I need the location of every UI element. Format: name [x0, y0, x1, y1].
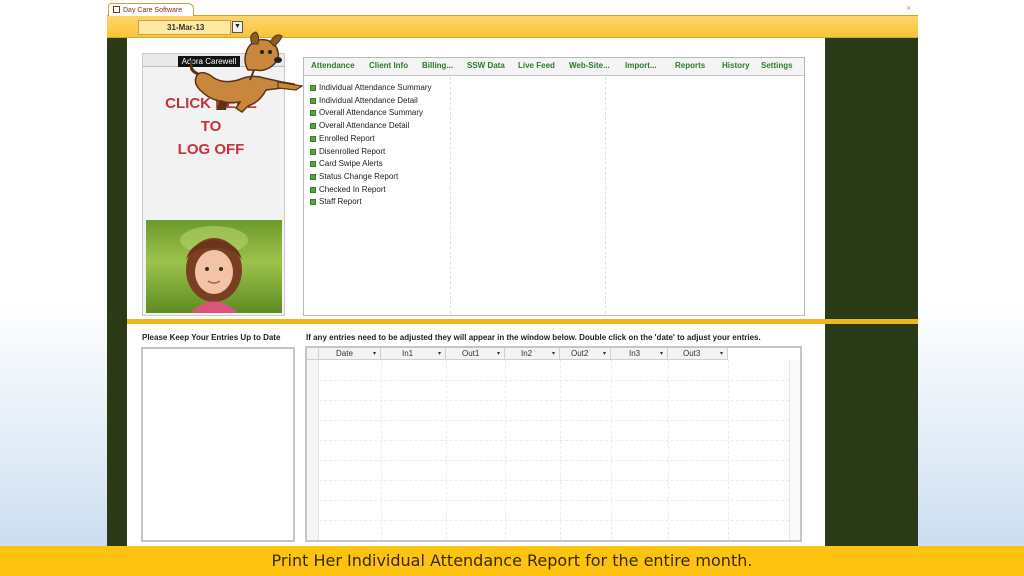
- grid-row-line: [319, 500, 789, 501]
- column-header-in3[interactable]: In3 ▾: [611, 348, 668, 360]
- column-header-label: Date: [336, 349, 353, 358]
- grid-row-line: [319, 420, 789, 421]
- grid-row-line: [319, 480, 789, 481]
- report-item-label: Card Swipe Alerts: [319, 159, 383, 169]
- report-item-label: Staff Report: [319, 197, 362, 207]
- report-item-label: Checked In Report: [319, 184, 386, 194]
- tab-attendance[interactable]: Attendance: [311, 61, 355, 70]
- tab-live-feed[interactable]: Live Feed: [518, 61, 555, 70]
- entries-heading: Please Keep Your Entries Up to Date: [142, 333, 281, 342]
- report-item[interactable]: Overall Attendance Summary: [310, 107, 423, 119]
- report-item-label: Individual Attendance Detail: [319, 95, 418, 105]
- child-photo-icon: [180, 226, 248, 313]
- child-photo: [146, 220, 282, 313]
- grid-row-line: [319, 460, 789, 461]
- sort-dropdown-icon[interactable]: ▾: [373, 348, 376, 360]
- report-item[interactable]: Status Change Report: [310, 171, 398, 183]
- report-bullet-icon: [310, 186, 316, 193]
- record-selector-column[interactable]: [307, 360, 319, 540]
- column-header-out3[interactable]: Out3 ▾: [668, 348, 728, 360]
- report-item[interactable]: Individual Attendance Summary: [310, 82, 432, 94]
- section-divider: [127, 319, 825, 324]
- report-item-label: Individual Attendance Summary: [319, 83, 432, 92]
- report-item[interactable]: Staff Report: [310, 196, 362, 208]
- column-header-label: In1: [402, 349, 414, 358]
- tab-client-info[interactable]: Client Info: [369, 61, 408, 70]
- document-tab[interactable]: Day Care Software: [108, 3, 194, 16]
- form-icon: [113, 6, 120, 13]
- tab-settings[interactable]: Settings: [761, 61, 793, 70]
- column-header-label: Out2: [571, 349, 589, 358]
- grid-column-line: [668, 360, 669, 540]
- sort-dropdown-icon[interactable]: ▾: [720, 348, 723, 360]
- report-item-label: Overall Attendance Detail: [319, 121, 410, 131]
- tab-reports[interactable]: Reports: [675, 61, 705, 70]
- instruction-caption: Print Her Individual Attendance Report f…: [0, 546, 1024, 576]
- sort-dropdown-icon[interactable]: ▾: [552, 348, 555, 360]
- tab-import[interactable]: Import...: [625, 61, 657, 70]
- tab-ssw-data[interactable]: SSW Data: [467, 61, 505, 70]
- sort-dropdown-icon[interactable]: ▾: [603, 348, 606, 360]
- logoff-line: TO: [200, 118, 222, 135]
- report-bullet-icon: [310, 123, 316, 130]
- record-selector-header[interactable]: [307, 348, 319, 360]
- close-icon[interactable]: ×: [906, 3, 911, 13]
- report-bullet-icon: [310, 85, 316, 91]
- section-divider: [825, 319, 918, 324]
- report-bullet-icon: [310, 135, 316, 142]
- grid-row-line: [319, 380, 789, 381]
- column-header-in2[interactable]: In2 ▾: [505, 348, 560, 360]
- document-tab-bar: [107, 2, 918, 16]
- tab-billing[interactable]: Billing...: [422, 61, 453, 70]
- report-bullet-icon: [310, 173, 316, 180]
- report-bullet-icon: [310, 199, 316, 206]
- tab-history[interactable]: History: [722, 61, 750, 70]
- left-margin-panel: [107, 38, 127, 546]
- report-item-label: Overall Attendance Summary: [319, 108, 424, 118]
- report-item-label: Status Change Report: [319, 171, 399, 181]
- grid-column-line: [505, 360, 506, 540]
- column-header-label: In3: [629, 349, 641, 358]
- report-item[interactable]: Individual Attendance Detail: [310, 95, 418, 107]
- adjust-instructions: If any entries need to be adjusted they …: [306, 333, 761, 342]
- dog-mascot-icon: [190, 31, 304, 113]
- grid-row-line: [319, 400, 789, 401]
- logoff-line: LOG OFF: [177, 141, 245, 158]
- tab-web-site[interactable]: Web-Site...: [569, 61, 610, 70]
- report-item[interactable]: Overall Attendance Detail: [310, 120, 409, 132]
- report-bullet-icon: [310, 110, 316, 117]
- grid-column-line: [611, 360, 612, 540]
- report-bullet-icon: [310, 97, 316, 104]
- grid-column-line: [446, 360, 447, 540]
- report-item[interactable]: Disenrolled Report: [310, 146, 385, 158]
- datasheet-scrollbar[interactable]: [789, 360, 800, 540]
- grid-row-line: [319, 440, 789, 441]
- report-item-label: Disenrolled Report: [319, 146, 386, 156]
- report-item[interactable]: Enrolled Report: [310, 133, 375, 145]
- report-item-label: Enrolled Report: [319, 133, 375, 143]
- report-item[interactable]: Checked In Report: [310, 184, 386, 196]
- report-bullet-icon: [310, 161, 316, 168]
- right-side-panel: [825, 38, 918, 546]
- column-header-out2[interactable]: Out2 ▾: [560, 348, 611, 360]
- sort-dropdown-icon[interactable]: ▾: [497, 348, 500, 360]
- column-header-label: Out3: [683, 349, 701, 358]
- column-divider: [605, 77, 606, 314]
- column-header-date[interactable]: Date ▾: [319, 348, 381, 360]
- column-header-in1[interactable]: In1 ▾: [381, 348, 446, 360]
- sort-dropdown-icon[interactable]: ▾: [438, 348, 441, 360]
- grid-row-line: [319, 520, 789, 521]
- grid-column-line: [381, 360, 382, 540]
- document-tab-label: Day Care Software: [123, 7, 183, 14]
- grid-column-line: [728, 360, 729, 540]
- report-bullet-icon: [310, 148, 316, 155]
- sort-dropdown-icon[interactable]: ▾: [660, 348, 663, 360]
- entries-list-box[interactable]: [141, 347, 295, 542]
- report-item[interactable]: Card Swipe Alerts: [310, 158, 383, 170]
- column-header-label: In2: [521, 349, 533, 358]
- column-header-out1[interactable]: Out1 ▾: [446, 348, 505, 360]
- column-divider: [450, 77, 451, 314]
- column-header-label: Out1: [462, 349, 480, 358]
- grid-column-line: [560, 360, 561, 540]
